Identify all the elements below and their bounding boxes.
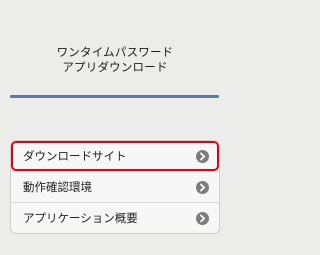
header-divider	[10, 95, 219, 98]
menu-item-label: アプリケーション概要	[23, 211, 138, 225]
menu-item-application-overview[interactable]: アプリケーション概要	[11, 203, 219, 233]
menu-item-operating-environment[interactable]: 動作確認環境	[11, 172, 219, 203]
menu-list: ダウンロードサイト 動作確認環境 アプリケーション概要	[10, 140, 220, 234]
page-title-line-1: ワンタイムパスワード	[56, 45, 174, 59]
menu-item-label: 動作確認環境	[23, 180, 92, 194]
menu-item-download-site[interactable]: ダウンロードサイト	[11, 141, 219, 172]
chevron-right-circle-icon	[196, 212, 209, 225]
page-title-line-2: アプリダウンロード	[62, 60, 168, 74]
page-header: ワンタイムパスワード アプリダウンロード	[0, 0, 230, 100]
chevron-right-circle-icon	[196, 181, 209, 194]
chevron-right-circle-icon	[196, 150, 209, 163]
page-title: ワンタイムパスワード アプリダウンロード	[0, 45, 230, 75]
menu-item-label: ダウンロードサイト	[23, 149, 127, 163]
